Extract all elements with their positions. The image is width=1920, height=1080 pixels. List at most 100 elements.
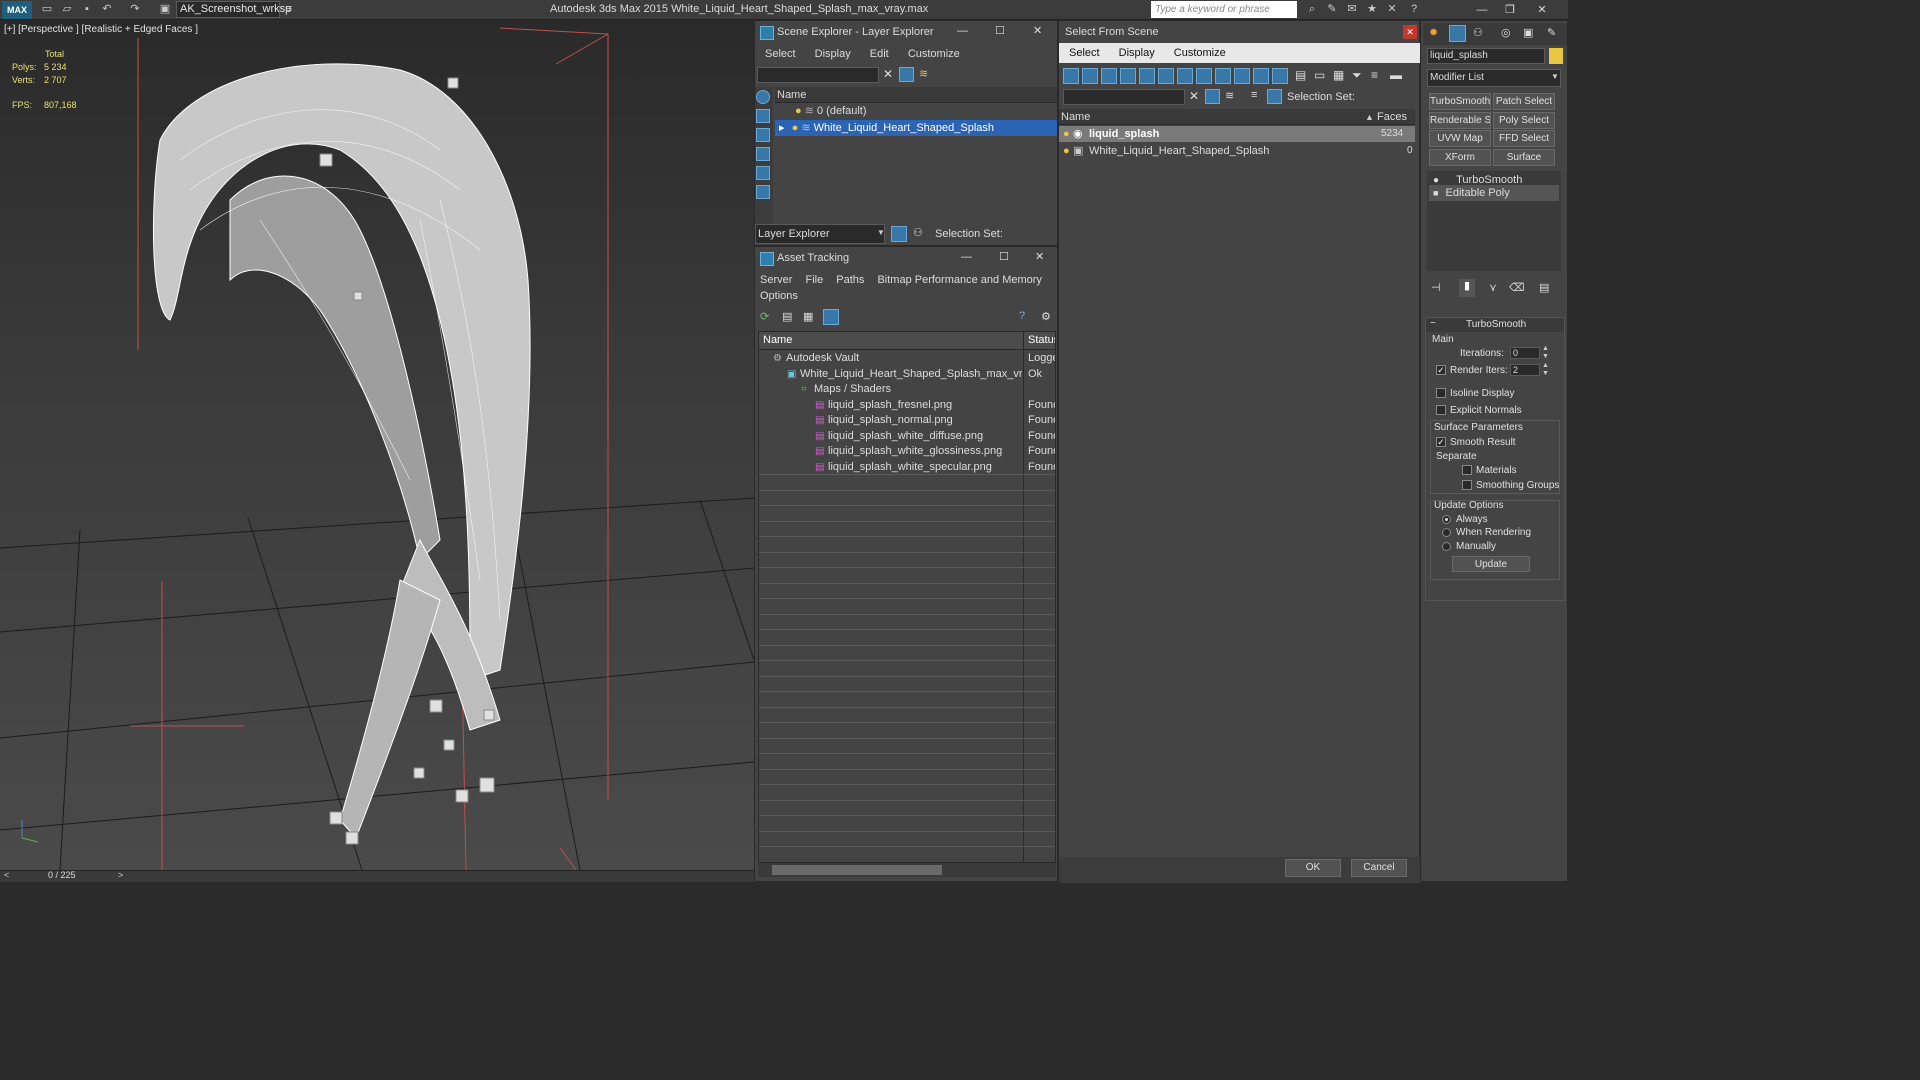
table-view-icon[interactable]: ▦ <box>803 310 813 323</box>
poly-select-button[interactable]: Poly Select <box>1493 112 1555 129</box>
menu-file[interactable]: File <box>805 274 823 286</box>
viewport-label[interactable]: [+] [Perspective ] [Realistic + Edged Fa… <box>4 24 198 35</box>
when-rendering-radio[interactable] <box>1442 528 1451 537</box>
spinner-arrows-icon[interactable]: ▲ ▼ <box>1542 345 1549 361</box>
workspace-dropdown[interactable]: AK_Screenshot_wrksp <box>176 1 291 18</box>
filter-icon[interactable] <box>899 67 914 82</box>
filter-icon[interactable]: ⏷ <box>1352 68 1362 83</box>
hierarchy-icon[interactable]: ⚇ <box>913 226 923 239</box>
display-tab-icon[interactable]: ▣ <box>1523 26 1533 39</box>
explorer-type-dropdown[interactable]: Layer Explorer <box>755 224 885 244</box>
object-name-field[interactable]: liquid_splash <box>1427 48 1545 64</box>
create-tab-icon[interactable]: ✹ <box>1429 26 1438 39</box>
save-icon[interactable]: ▪ <box>80 3 94 16</box>
display-all-icon[interactable] <box>1063 68 1079 84</box>
menu-display[interactable]: Display <box>815 48 851 60</box>
asset-row[interactable]: ▤liquid_splash_white_diffuse.png Found <box>759 429 1055 444</box>
close-icon[interactable]: ✕ <box>1530 2 1554 18</box>
scene-object-row[interactable]: ● ▣ White_Liquid_Heart_Shaped_Splash 0 <box>1059 143 1415 159</box>
chevron-down-icon[interactable]: ▼ <box>1551 72 1559 81</box>
make-unique-icon[interactable]: ⋎ <box>1489 281 1497 294</box>
maximize-icon[interactable]: ☐ <box>999 250 1009 263</box>
patch-select-button[interactable]: Patch Select <box>1493 93 1555 110</box>
layer-tool-icon[interactable]: ≋ <box>919 67 928 80</box>
settings-icon[interactable]: ⚙ <box>1041 310 1051 323</box>
display-cameras-icon[interactable] <box>1139 68 1155 84</box>
scene-search-field[interactable] <box>757 67 879 83</box>
expand-arrow-icon[interactable]: ▸ <box>779 122 785 134</box>
favorites-icon[interactable]: ★ <box>1365 3 1379 16</box>
manually-radio[interactable] <box>1442 542 1451 551</box>
exchange-icon[interactable]: ✕ <box>1385 3 1399 16</box>
help-icon[interactable]: ? <box>1019 310 1025 322</box>
search-input[interactable]: Type a keyword or phrase <box>1151 1 1297 18</box>
display-bones-icon[interactable] <box>1234 68 1250 84</box>
chevron-down-icon[interactable]: ▼ <box>877 228 885 237</box>
menu-paths[interactable]: Paths <box>836 274 864 286</box>
menu-options[interactable]: Options <box>760 290 798 302</box>
always-radio[interactable] <box>1442 515 1451 524</box>
display-geometry-icon[interactable] <box>1082 68 1098 84</box>
select-search-field[interactable] <box>1063 89 1185 105</box>
menu-select[interactable]: Select <box>765 48 796 60</box>
display-frozen-icon[interactable] <box>1272 68 1288 84</box>
layer-tool-icon[interactable]: ≋ <box>1225 89 1234 102</box>
hierarchy-tab-icon[interactable]: ⚇ <box>1473 26 1483 39</box>
menu-display[interactable]: Display <box>1119 47 1155 59</box>
clear-search-icon[interactable]: ✕ <box>1189 89 1199 103</box>
object-color-swatch[interactable] <box>1549 48 1563 64</box>
ok-button[interactable]: OK <box>1285 859 1341 877</box>
horizontal-scrollbar[interactable] <box>758 863 1056 877</box>
lightbulb-icon[interactable]: ● <box>795 105 802 117</box>
expand-icon[interactable]: ■ <box>1433 188 1438 198</box>
motion-tab-icon[interactable]: ◎ <box>1501 26 1511 39</box>
display-groups-icon[interactable] <box>1196 68 1212 84</box>
utilities-tab-icon[interactable]: ✎ <box>1547 26 1556 39</box>
lightbulb-icon[interactable]: ● <box>1063 126 1070 142</box>
menu-bitmap-performance[interactable]: Bitmap Performance and Memory <box>877 274 1041 286</box>
close-icon[interactable]: ✕ <box>1033 24 1042 37</box>
asset-row[interactable]: ⚙ Autodesk Vault Logged <box>759 351 1055 366</box>
spinner-arrows-icon[interactable]: ▲ ▼ <box>1542 362 1549 378</box>
iterations-spinner[interactable]: 0 <box>1510 347 1540 359</box>
clear-search-icon[interactable]: ✕ <box>883 67 893 81</box>
asset-row[interactable]: ▤liquid_splash_white_specular.png Found <box>759 460 1055 475</box>
asset-row[interactable]: ▤liquid_splash_fresnel.png Found <box>759 398 1055 413</box>
open-file-icon[interactable]: ▱ <box>60 3 74 16</box>
select-none-icon[interactable]: ▭ <box>1314 68 1325 82</box>
scrollbar-thumb[interactable] <box>772 865 942 875</box>
scene-object-row-selected[interactable]: ● ◉ liquid_splash 5234 <box>1059 126 1415 142</box>
col-name-header[interactable]: Name <box>1061 109 1090 125</box>
show-end-result-icon[interactable]: ▮ <box>1459 279 1475 297</box>
new-file-icon[interactable]: ▭ <box>40 3 54 16</box>
time-prev-icon[interactable]: < <box>4 870 9 880</box>
options-icon[interactable]: ▬ <box>1390 68 1402 82</box>
minimize-icon[interactable]: — <box>957 25 968 37</box>
filter-icon[interactable] <box>1205 89 1220 104</box>
isoline-checkbox[interactable] <box>1436 388 1446 398</box>
cancel-button[interactable]: Cancel <box>1351 859 1407 877</box>
undo-icon[interactable]: ↶ <box>100 3 114 16</box>
renderable-spline-button[interactable]: Renderable Spline <box>1429 112 1491 129</box>
close-icon[interactable]: ✕ <box>1035 250 1044 263</box>
turbosmooth-button[interactable]: TurboSmooth <box>1429 93 1491 110</box>
menu-select[interactable]: Select <box>1069 47 1100 59</box>
communication-icon[interactable]: ✉ <box>1345 3 1359 16</box>
pin-stack-icon[interactable]: ⊣ <box>1431 281 1441 294</box>
remove-modifier-icon[interactable]: ⌫ <box>1509 281 1525 294</box>
render-iters-spinner[interactable]: 2 <box>1510 364 1540 376</box>
sort-icon[interactable]: ≡ <box>1371 68 1378 82</box>
column-name-header[interactable]: Name <box>775 87 1057 103</box>
display-helpers-icon[interactable] <box>1158 68 1174 84</box>
workspace-menu-icon[interactable]: ≡ <box>282 3 296 16</box>
time-slider[interactable] <box>0 870 754 882</box>
display-xrefs-icon[interactable] <box>1215 68 1231 84</box>
list-view-icon[interactable]: ▤ <box>782 310 792 323</box>
binoculars-icon[interactable]: ⌕ <box>1305 3 1319 16</box>
minimize-icon[interactable]: — <box>961 251 972 263</box>
menu-customize[interactable]: Customize <box>908 48 960 60</box>
menu-customize[interactable]: Customize <box>1174 47 1226 59</box>
layer-row[interactable]: ● ≋ 0 (default) <box>775 103 1057 119</box>
display-shapes-icon[interactable] <box>756 128 770 142</box>
menu-server[interactable]: Server <box>760 274 792 286</box>
